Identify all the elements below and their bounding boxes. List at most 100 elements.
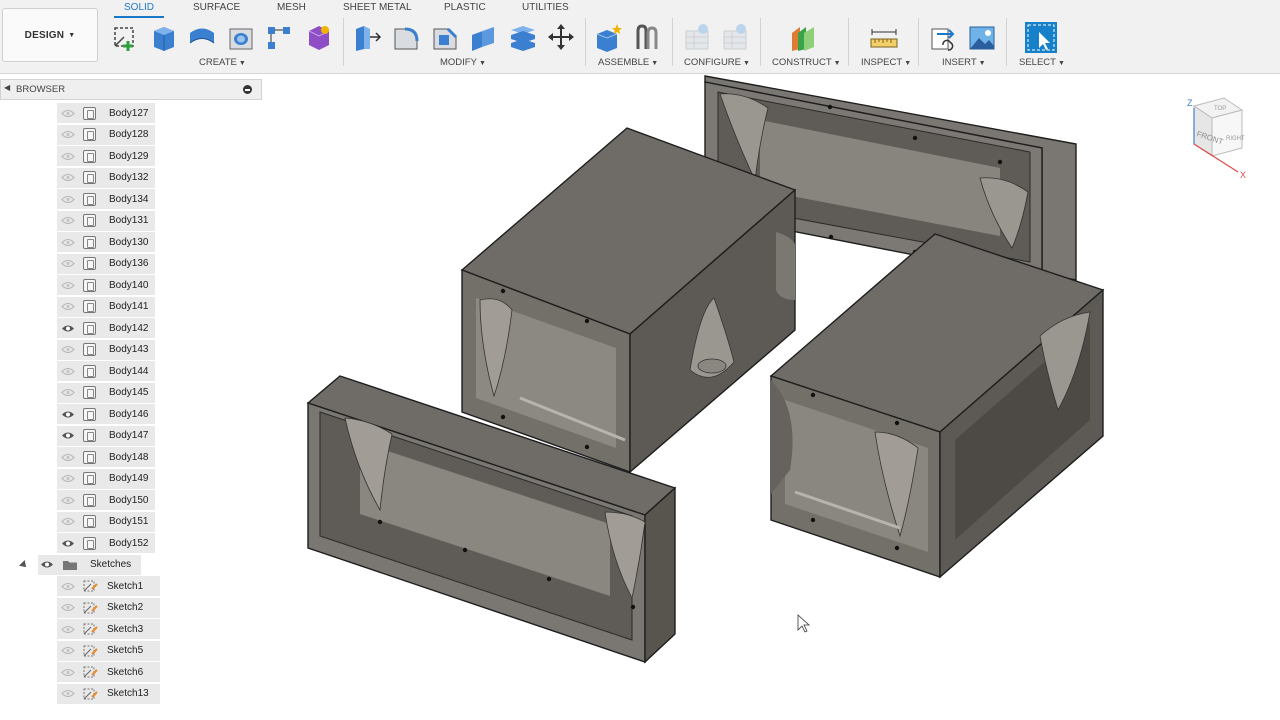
browser-body-row[interactable]: Body143 [57,339,155,360]
visibility-eye-icon[interactable] [60,280,76,290]
visibility-eye-icon[interactable] [60,517,76,527]
create-menu[interactable]: CREATE ▼ [199,57,246,68]
select-menu[interactable]: SELECT ▼ [1019,57,1065,68]
browser-body-row[interactable]: Body136 [57,253,155,274]
tab-utilities[interactable]: UTILITIES [522,0,569,16]
visibility-eye-icon[interactable] [60,581,76,591]
browser-sketch-row[interactable]: Sketch5 [57,640,160,661]
visibility-eye-icon[interactable] [60,495,76,505]
configure-rules-icon[interactable] [720,21,750,53]
shell-icon[interactable] [468,21,498,53]
model-viewport[interactable] [262,74,1280,720]
measure-icon[interactable] [869,21,899,53]
hole-icon[interactable] [226,21,256,53]
browser-body-row[interactable]: Body131 [57,210,155,231]
browser-body-row[interactable]: Body148 [57,447,155,467]
construct-menu[interactable]: CONSTRUCT ▼ [772,57,841,68]
revolve-icon[interactable] [187,21,217,53]
modify-menu[interactable]: MODIFY ▼ [440,57,486,68]
browser-folder-sketches[interactable]: Sketches [19,554,142,575]
visibility-eye-icon[interactable] [40,560,56,569]
visibility-eye-icon[interactable] [60,151,76,161]
visibility-eye-icon[interactable] [60,667,76,677]
tab-surface[interactable]: SURFACE [193,0,240,16]
browser-body-row[interactable]: Body134 [57,189,155,209]
visibility-eye-icon[interactable] [60,624,76,634]
visibility-eye-icon[interactable] [60,345,76,355]
browser-sketch-row[interactable]: Sketch3 [57,619,160,639]
inspect-menu[interactable]: INSPECT ▼ [861,57,911,68]
visibility-eye-icon[interactable] [60,130,76,140]
visibility-eye-icon[interactable] [60,474,76,484]
collapse-panel-icon[interactable] [243,85,252,94]
chamfer-icon[interactable] [430,21,460,53]
offset-plane-icon[interactable] [788,21,818,53]
browser-body-row[interactable]: Body147 [57,425,155,446]
visibility-eye-icon[interactable] [60,452,76,462]
browser-body-row[interactable]: Body150 [57,490,155,510]
browser-body-row[interactable]: Body146 [57,404,155,424]
insert-menu[interactable]: INSERT ▼ [942,57,986,68]
browser-body-row[interactable]: Body144 [57,361,155,381]
browser-sketch-row[interactable]: Sketch6 [57,662,160,682]
expand-arrow-icon[interactable]: ◀ [4,83,10,92]
browser-sketch-row[interactable]: Sketch13 [57,683,160,704]
new-component-icon[interactable] [593,21,623,53]
browser-sketch-row[interactable]: Sketch1 [57,576,160,596]
browser-body-row[interactable]: Body140 [57,275,155,295]
press-pull-icon[interactable] [352,21,382,53]
browser-body-row[interactable]: Body132 [57,167,155,188]
browser-body-row[interactable]: Body129 [57,146,155,166]
visibility-eye-icon[interactable] [60,431,76,441]
visibility-eye-icon[interactable] [60,173,76,183]
insert-derive-icon[interactable] [929,21,959,53]
configure-table-icon[interactable] [682,21,712,53]
visibility-eye-icon[interactable] [60,689,76,699]
move-copy-icon[interactable] [546,21,576,53]
assemble-menu[interactable]: ASSEMBLE ▼ [598,57,658,68]
viewcube-top-label[interactable]: TOP [1214,106,1226,112]
browser-body-row[interactable]: Body127 [57,103,155,123]
tab-sheet-metal[interactable]: SHEET METAL [343,0,412,16]
select-icon[interactable] [1024,21,1058,53]
view-cube[interactable]: TOP FRONT RIGHT Z X [1180,94,1256,180]
visibility-eye-icon[interactable] [60,259,76,269]
visibility-eye-icon[interactable] [60,216,76,226]
visibility-eye-icon[interactable] [60,646,76,656]
joint-icon[interactable] [632,21,662,53]
visibility-eye-icon[interactable] [60,603,76,613]
visibility-eye-icon[interactable] [60,194,76,204]
browser-body-row[interactable]: Body141 [57,296,155,317]
visibility-eye-icon[interactable] [60,237,76,247]
mold-part-center[interactable] [460,127,797,474]
browser-body-row[interactable]: Body130 [57,232,155,252]
combine-icon[interactable] [507,21,537,53]
tab-plastic[interactable]: PLASTIC [444,0,486,16]
visibility-eye-icon[interactable] [60,108,76,118]
extrude-icon[interactable] [148,21,178,53]
tab-mesh[interactable]: MESH [277,0,306,16]
visibility-eye-icon[interactable] [60,366,76,376]
folder-expand-triangle-icon[interactable] [19,559,29,570]
fillet-icon[interactable] [391,21,421,53]
browser-sketch-row[interactable]: Sketch2 [57,597,160,618]
visibility-eye-icon[interactable] [60,409,76,419]
browser-body-row[interactable]: Body145 [57,382,155,403]
mold-part-right[interactable] [769,233,1105,579]
browser-panel-header[interactable]: ◀ BROWSER [0,79,262,100]
browser-body-row[interactable]: Body152 [57,533,155,553]
visibility-eye-icon[interactable] [60,538,76,548]
visibility-eye-icon[interactable] [60,302,76,312]
insert-image-icon[interactable] [967,21,997,53]
rectangular-pattern-icon[interactable] [264,21,294,53]
viewcube-right-label[interactable]: RIGHT [1226,136,1245,142]
browser-body-row[interactable]: Body151 [57,511,155,532]
configure-menu[interactable]: CONFIGURE ▼ [684,57,750,68]
model-canvas[interactable] [262,74,1280,720]
create-form-icon[interactable] [303,21,333,53]
browser-body-row[interactable]: Body142 [57,318,155,338]
browser-body-row[interactable]: Body149 [57,468,155,489]
visibility-eye-icon[interactable] [60,388,76,398]
visibility-eye-icon[interactable] [60,323,76,333]
browser-body-row[interactable]: Body128 [57,124,155,145]
